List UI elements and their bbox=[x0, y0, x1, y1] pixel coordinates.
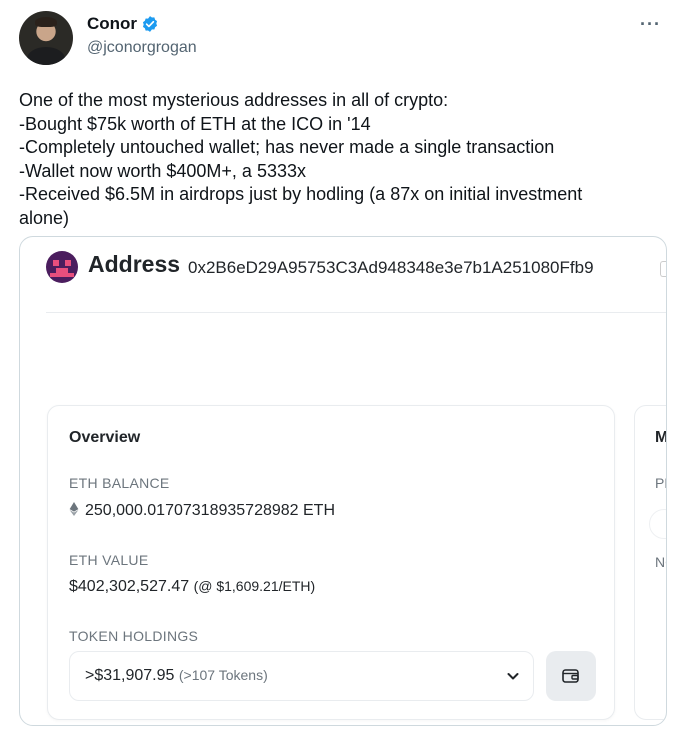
eth-balance-value-row: 250,000.01707318935728982 ETH bbox=[69, 502, 335, 520]
tweet-line: -Completely untouched wallet; has never … bbox=[19, 137, 555, 157]
token-holdings-label: TOKEN HOLDINGS bbox=[69, 628, 199, 644]
avatar[interactable] bbox=[19, 11, 73, 65]
eth-price-note: (@ $1,609.21/ETH) bbox=[193, 578, 316, 594]
token-amount: >$31,907.95 bbox=[85, 667, 175, 684]
chevron-down-icon[interactable] bbox=[505, 668, 521, 684]
eth-value-row: $402,302,527.47 (@ $1,609.21/ETH) bbox=[69, 578, 315, 596]
more-info-panel: M PF NC bbox=[634, 405, 667, 720]
eth-value: $402,302,527.47 bbox=[69, 578, 190, 595]
token-holdings-dropdown[interactable]: >$31,907.95 (>107 Tokens) bbox=[69, 651, 534, 701]
copy-icon[interactable] bbox=[660, 261, 666, 277]
eth-value-label: ETH VALUE bbox=[69, 552, 149, 568]
author-row: Conor bbox=[87, 14, 159, 34]
address-title: Address bbox=[88, 251, 181, 277]
token-amount-row: >$31,907.95 (>107 Tokens) bbox=[85, 667, 268, 685]
address-hash: 0x2B6eD29A95753C3Ad948348e3e7b1A251080Ff… bbox=[188, 258, 594, 277]
address-logo bbox=[46, 251, 78, 283]
overview-panel: Overview ETH BALANCE 250,000.01707318935… bbox=[47, 405, 615, 720]
eth-balance-label: ETH BALANCE bbox=[69, 475, 170, 491]
tweet-line: alone) bbox=[19, 207, 70, 228]
tweet-line: -Received $6.5M in airdrops just by hodl… bbox=[19, 184, 583, 204]
tweet-line: One of the most mysterious addresses in … bbox=[19, 90, 449, 110]
tweet-text: One of the most mysterious addresses in … bbox=[19, 89, 669, 230]
tweet-line: -Wallet now worth $400M+, a 5333x bbox=[19, 160, 306, 181]
author-name[interactable]: Conor bbox=[87, 14, 137, 34]
wallet-button[interactable] bbox=[546, 651, 596, 701]
divider bbox=[46, 312, 666, 313]
author-handle[interactable]: @jconorgrogan bbox=[87, 39, 197, 57]
wallet-icon bbox=[562, 669, 579, 683]
token-count: (>107 Tokens) bbox=[178, 667, 268, 683]
overview-title: Overview bbox=[69, 429, 141, 446]
more-info-title: M bbox=[655, 429, 667, 446]
verified-badge-icon bbox=[142, 16, 158, 32]
eth-diamond-icon bbox=[69, 502, 79, 516]
more-icon[interactable]: ··· bbox=[640, 14, 661, 35]
more-info-placeholder bbox=[649, 509, 666, 539]
more-info-label-1: PF bbox=[655, 475, 666, 491]
more-info-label-2: NC bbox=[655, 554, 666, 570]
tweet-line: -Bought $75k worth of ETH at the ICO in … bbox=[19, 113, 371, 134]
avatar-suit bbox=[27, 47, 65, 65]
eth-balance-value: 250,000.01707318935728982 ETH bbox=[85, 502, 335, 519]
embedded-screenshot-card[interactable]: Address 0x2B6eD29A95753C3Ad948348e3e7b1A… bbox=[19, 236, 667, 726]
avatar-hair bbox=[35, 17, 57, 27]
